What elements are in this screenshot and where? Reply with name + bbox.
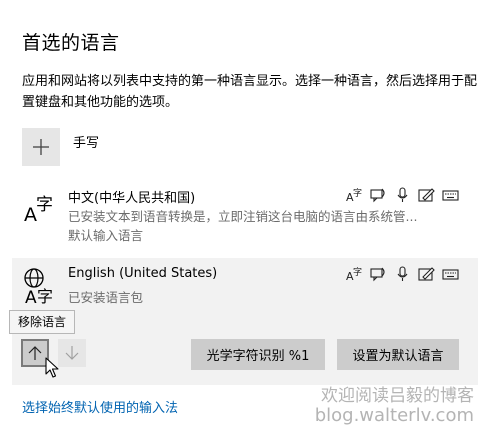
language-globe-glyph-icon: A 字 — [24, 268, 53, 304]
watermark-line-1: 欢迎阅读吕毅的博客 — [321, 386, 474, 406]
language-pack-icon: A字 — [345, 186, 364, 203]
mouse-cursor-icon — [45, 357, 59, 378]
remove-language-tooltip: 移除语言 — [9, 310, 76, 334]
language-feature-icons: A字 — [345, 265, 460, 282]
set-default-language-button[interactable]: 设置为默认语言 — [337, 339, 459, 370]
handwriting-icon — [417, 265, 436, 282]
keyboard-icon — [441, 186, 460, 203]
microphone-icon — [393, 265, 412, 282]
ocr-button[interactable]: 光学字符识别 %1 — [191, 339, 325, 370]
page-description: 应用和网站将以列表中支持的第一种语言显示。选择一种语言，然后选择用于配置键盘和其… — [22, 74, 478, 110]
add-language-button[interactable] — [22, 128, 60, 166]
watermark-line-2: blog.walterlv.com — [314, 405, 474, 426]
microphone-icon — [393, 186, 412, 203]
language-item-chinese[interactable]: A 字 中文(中华人民共和国) 已安装文本到语音转换是，立即注销这台电脑的语言由… — [12, 179, 478, 245]
language-glyph-char: 字 — [37, 287, 53, 304]
language-default-input: 默认输入语言 — [68, 228, 144, 243]
move-down-icon — [65, 346, 79, 360]
add-language-label: 手写 — [73, 136, 100, 151]
language-status: 已安装语言包 — [68, 290, 144, 305]
language-name: English (United States) — [68, 266, 218, 281]
language-feature-icons: A字 — [345, 186, 460, 203]
page-title: 首选的语言 — [22, 32, 120, 54]
svg-text:字: 字 — [353, 266, 362, 278]
keyboard-icon — [441, 265, 460, 282]
speech-icon — [369, 265, 388, 282]
move-down-button[interactable] — [58, 339, 86, 367]
plus-icon — [33, 139, 49, 155]
move-up-icon — [28, 346, 42, 360]
svg-text:A: A — [25, 288, 37, 304]
handwriting-icon — [417, 186, 436, 203]
language-glyph-icon: A 字 — [24, 195, 53, 225]
choose-input-method-link[interactable]: 选择始终默认使用的输入法 — [22, 397, 178, 416]
language-name: 中文(中华人民共和国) — [68, 191, 196, 206]
svg-text:字: 字 — [353, 187, 362, 199]
language-glyph-char: 字 — [36, 195, 53, 215]
language-pack-icon: A字 — [345, 265, 364, 282]
speech-icon — [369, 186, 388, 203]
language-status: 已安装文本到语音转换是，立即注销这台电脑的语言由系统管... — [68, 209, 418, 224]
